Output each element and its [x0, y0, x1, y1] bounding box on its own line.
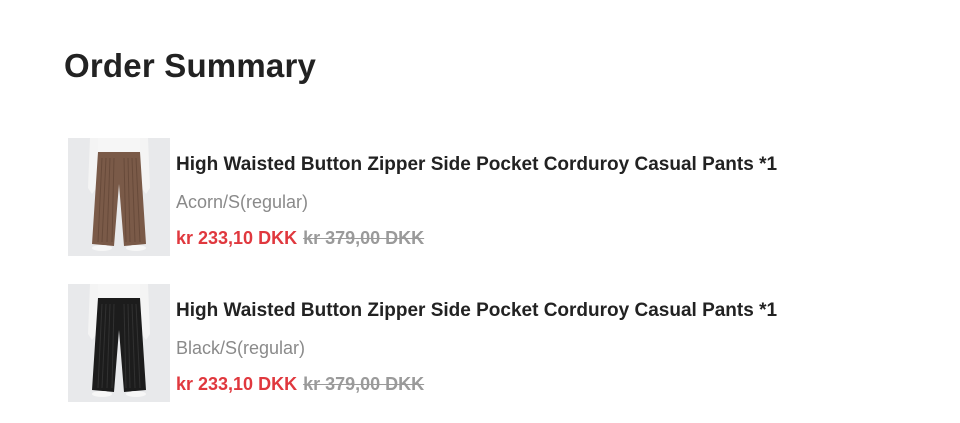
- product-variant: Black/S(regular): [176, 338, 306, 358]
- product-name[interactable]: High Waisted Button Zipper Side Pocket C…: [176, 298, 777, 324]
- product-image[interactable]: [68, 138, 170, 256]
- product-name[interactable]: High Waisted Button Zipper Side Pocket C…: [176, 152, 777, 178]
- original-price: kr 379,00 DKK: [303, 374, 425, 394]
- page-title: Order Summary: [64, 47, 317, 84]
- product-image[interactable]: [68, 284, 170, 402]
- product-photo-black: [68, 284, 170, 402]
- original-price: kr 379,00 DKK: [303, 228, 425, 248]
- price-row: kr 233,10 DKK kr 379,00 DKK: [176, 226, 424, 250]
- sale-price: kr 233,10 DKK: [176, 228, 298, 248]
- sale-price: kr 233,10 DKK: [176, 374, 298, 394]
- product-photo-acorn: [68, 138, 170, 256]
- product-variant: Acorn/S(regular): [176, 192, 309, 212]
- order-item[interactable]: High Waisted Button Zipper Side Pocket C…: [68, 284, 928, 402]
- order-item[interactable]: High Waisted Button Zipper Side Pocket C…: [68, 138, 928, 256]
- price-row: kr 233,10 DKK kr 379,00 DKK: [176, 372, 424, 396]
